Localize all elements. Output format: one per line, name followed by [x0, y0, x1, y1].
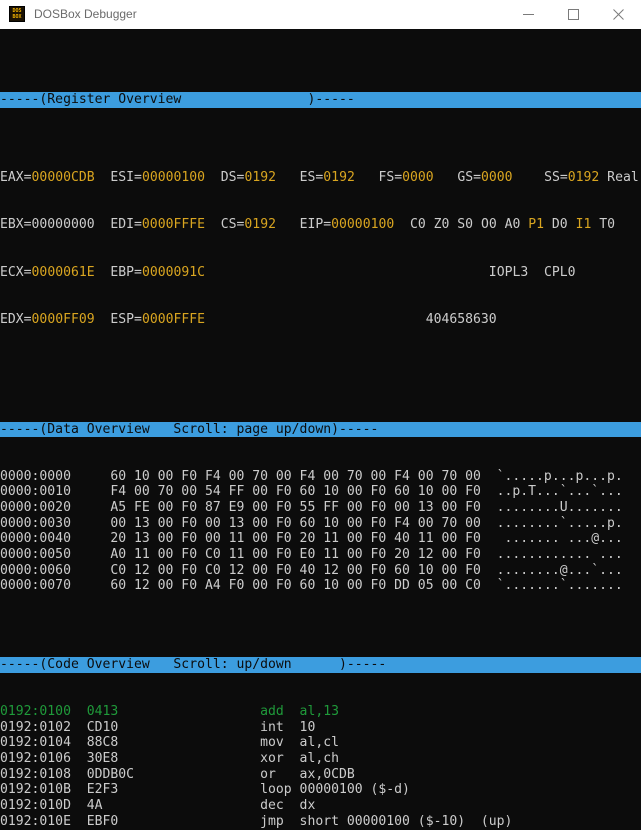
register-segment: EIP=	[275, 217, 332, 233]
register-segment: EDX=	[0, 311, 32, 327]
register-segment: 0000FFFE	[141, 217, 205, 233]
code-row[interactable]: 0192:0102 CD10 int 10	[0, 720, 641, 736]
register-segment: 0192	[244, 217, 276, 233]
register-row: EBX=00000000 EDI=0000FFFE CS=0192 EIP=00…	[0, 217, 641, 233]
register-segment: SS=	[512, 170, 568, 186]
register-segment: EBP=	[94, 264, 142, 280]
data-row: 0000:0070 60 12 00 F0 A4 F0 00 F0 60 10 …	[0, 578, 623, 594]
register-segment: 0000FF09	[31, 311, 95, 327]
register-row: ECX=0000061E EBP=0000091C IOPL3 CPL0	[0, 265, 641, 281]
register-segment: ESI=	[94, 170, 142, 186]
window-title: DOSBox Debugger	[34, 7, 137, 21]
code-row[interactable]: 0192:0106 30E8 xor al,ch	[0, 751, 641, 767]
register-segment: CS=	[205, 217, 245, 233]
register-segment: FS=	[354, 170, 403, 186]
code-rows: 0192:0100 0413 add al,13 0192:0102 CD10 i…	[0, 704, 641, 830]
code-row-current[interactable]: 0192:0100 0413 add al,13	[0, 704, 641, 720]
maximize-button[interactable]	[551, 0, 596, 28]
register-segment: EAX=	[0, 170, 32, 186]
window-controls	[506, 0, 641, 28]
register-segment: EBX=00000000	[0, 217, 95, 233]
register-segment: C0 Z0 S0 O0 A0	[394, 217, 529, 233]
data-row: 0000:0010 F4 00 70 00 54 FF 00 F0 60 10 …	[0, 484, 623, 500]
code-row[interactable]: 0192:0104 88C8 mov al,cl	[0, 735, 641, 751]
data-row: 0000:0050 A0 11 00 F0 C0 11 00 F0 E0 11 …	[0, 547, 623, 563]
dosbox-icon-text-bottom: BOX	[12, 14, 22, 20]
register-segment: 0000	[481, 170, 513, 186]
register-row: EAX=00000CDB ESI=00000100 DS=0192 ES=019…	[0, 170, 641, 186]
register-segment: ESP=	[94, 311, 142, 327]
register-segment: IOPL3 CPL0	[205, 264, 576, 280]
code-row[interactable]: 0192:010B E2F3 loop 00000100 ($-d)	[0, 782, 641, 798]
register-segment: 0192	[244, 170, 276, 186]
register-segment: 0000061E	[31, 264, 95, 280]
register-segment: 00000100	[141, 170, 206, 186]
register-segment: ES=	[275, 170, 324, 186]
register-segment: DS=	[205, 170, 245, 186]
minimize-button[interactable]	[506, 0, 551, 28]
code-row[interactable]: 0192:010D 4A dec dx	[0, 798, 641, 814]
register-segment: D0	[544, 217, 576, 233]
register-segment: Real	[599, 170, 639, 186]
register-overview-header: -----(Register Overview )-----	[0, 91, 641, 108]
register-segment: 00000100	[331, 217, 395, 233]
data-row: 0000:0030 00 13 00 F0 00 13 00 F0 60 10 …	[0, 515, 623, 531]
register-segment: I1	[575, 217, 592, 233]
data-row: 0000:0000 60 10 00 F0 F4 00 70 00 F4 00 …	[0, 468, 623, 484]
title-bar: DOS BOX DOSBox Debugger	[0, 0, 641, 29]
data-row: 0000:0060 C0 12 00 F0 C0 12 00 F0 40 12 …	[0, 562, 623, 578]
code-row[interactable]: 0192:0108 0DDB0C or ax,0CDB	[0, 767, 641, 783]
register-segment: T0	[591, 217, 616, 233]
data-rows: 0000:0000 60 10 00 F0 F4 00 70 00 F4 00 …	[0, 469, 641, 595]
register-segment: P1	[528, 217, 545, 233]
data-row: 0000:0040 20 13 00 F0 00 11 00 F0 20 11 …	[0, 531, 623, 547]
debugger-terminal[interactable]: -----(Register Overview )----- EAX=00000…	[0, 29, 641, 830]
data-overview-header: -----(Data Overview Scroll: page up/down…	[0, 421, 641, 438]
register-segment: 0000FFFE	[141, 311, 206, 327]
data-row: 0000:0020 A5 FE 00 F0 87 E9 00 F0 55 FF …	[0, 499, 623, 515]
register-segment: 00000CDB	[31, 170, 95, 186]
dosbox-debugger-window: DOS BOX DOSBox Debugger -----(Register O…	[0, 0, 641, 830]
register-segment: 0192	[323, 170, 355, 186]
register-rows: EAX=00000CDB ESI=00000100 DS=0192 ES=019…	[0, 139, 641, 359]
register-segment: 0192	[567, 170, 600, 186]
dosbox-icon: DOS BOX	[9, 6, 25, 22]
code-row[interactable]: 0192:010E EBF0 jmp short 00000100 ($-10)…	[0, 814, 641, 830]
close-button[interactable]	[596, 0, 641, 28]
register-segment: GS=	[433, 170, 482, 186]
code-overview-header: -----(Code Overview Scroll: up/down )---…	[0, 656, 641, 673]
register-segment: 404658630	[205, 311, 497, 327]
register-segment: EDI=	[94, 217, 142, 233]
register-segment: 0000091C	[141, 264, 206, 280]
register-segment: ECX=	[0, 264, 32, 280]
register-row: EDX=0000FF09 ESP=0000FFFE 404658630	[0, 312, 641, 328]
register-segment: 0000	[402, 170, 434, 186]
